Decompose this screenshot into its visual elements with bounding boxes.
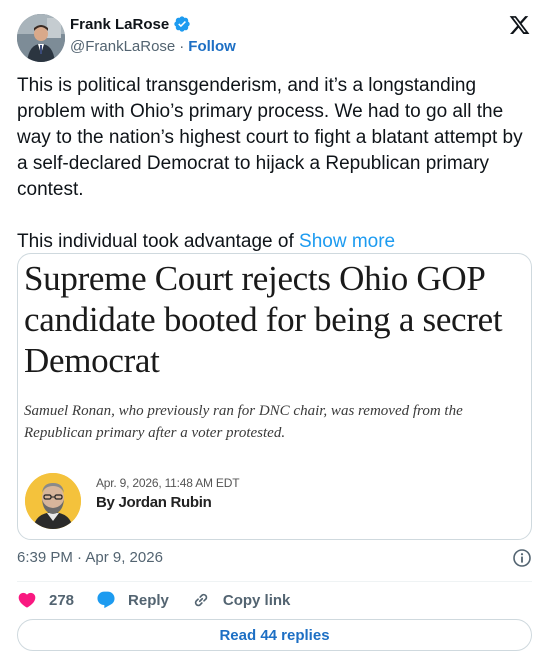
like-count: 278 [49, 591, 75, 609]
author-display-name[interactable]: Frank LaRose [70, 16, 169, 33]
copy-link-label: Copy link [222, 591, 291, 609]
author-avatar[interactable] [17, 14, 65, 62]
article-author-photo-image [25, 473, 81, 529]
tweet-paragraph-2: This individual took advantage of Show m… [17, 229, 537, 255]
article-date: Apr. 9, 2026, 11:48 AM EDT [96, 476, 240, 490]
article-headline: Supreme Court rejects Ohio GOP candidate… [24, 259, 503, 380]
verified-badge-icon [173, 15, 191, 33]
article-author-photo [25, 473, 81, 529]
tweet-card: Frank LaRose @FrankLaRose · Follow This … [0, 0, 550, 668]
reply-bubble-icon [97, 591, 115, 609]
actions-divider [17, 581, 532, 582]
link-icon [194, 593, 208, 607]
article-preview-card[interactable]: Supreme Court rejects Ohio GOP candidate… [17, 253, 532, 540]
author-handle-row: @FrankLaRose · Follow [70, 38, 236, 55]
article-byline: By Jordan Rubin [96, 494, 212, 511]
article-dek: Samuel Ronan, who previously ran for DNC… [24, 403, 463, 441]
author-handle[interactable]: @FrankLaRose [70, 38, 175, 55]
handle-separator: · [179, 38, 185, 55]
read-replies-button[interactable]: Read 44 replies [17, 619, 532, 651]
tweet-text: This is political transgenderism, and it… [17, 73, 537, 281]
follow-button[interactable]: Follow [188, 38, 236, 55]
tweet-paragraph-1: This is political transgenderism, and it… [17, 75, 523, 200]
author-name-row: Frank LaRose [70, 15, 191, 33]
show-more-link[interactable]: Show more [299, 231, 395, 252]
heart-icon [18, 592, 36, 608]
info-icon[interactable] [512, 548, 532, 568]
tweet-actions: 278 Reply Copy link [17, 588, 312, 612]
like-button[interactable]: 278 [17, 590, 74, 610]
copy-link-button[interactable]: Copy link [191, 590, 291, 610]
reply-button[interactable]: Reply [96, 590, 169, 610]
author-avatar-image [17, 14, 65, 62]
reply-label: Reply [128, 591, 169, 609]
tweet-paragraph-2-text: This individual took advantage of [17, 231, 294, 252]
tweet-timestamp[interactable]: 6:39 PM · Apr 9, 2026 [17, 549, 163, 566]
x-logo-icon[interactable] [508, 14, 531, 36]
